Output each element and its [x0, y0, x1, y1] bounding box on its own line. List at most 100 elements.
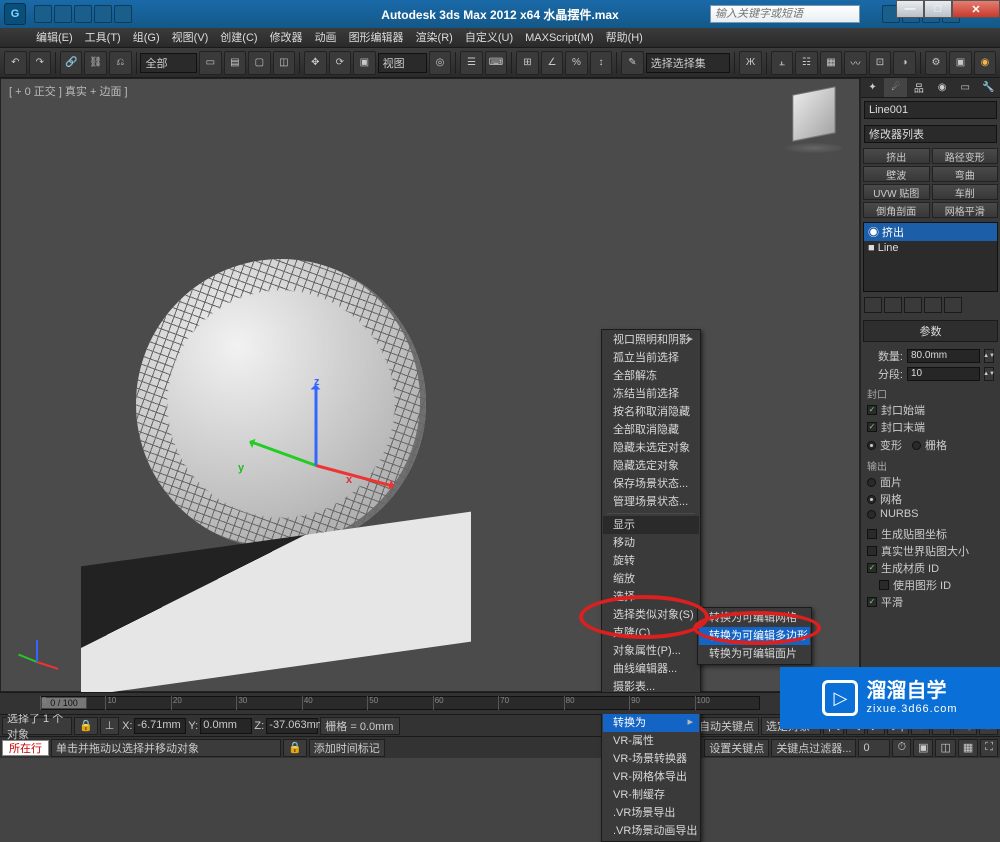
ctx-item[interactable]: 按名称取消隐藏 — [603, 403, 699, 421]
tab-create-icon[interactable]: ✦ — [861, 78, 884, 97]
gizmo-y-axis[interactable] — [250, 440, 317, 467]
checkbox[interactable]: ✓ — [867, 563, 877, 573]
ctx-item[interactable]: 冻结当前选择 — [603, 385, 699, 403]
snap-icon[interactable]: ⊞ — [516, 51, 539, 75]
bind-icon[interactable]: ⎌ — [109, 51, 132, 75]
curve-editor-icon[interactable]: 〰 — [844, 51, 867, 75]
qat-open-icon[interactable] — [54, 5, 72, 23]
configure-icon[interactable] — [944, 297, 962, 313]
modifier-stack[interactable]: ◉ 挤出■ Line — [863, 222, 998, 292]
ctx-item[interactable]: 选择类似对象(S) — [603, 606, 699, 624]
menu-自定义(U)[interactable]: 自定义(U) — [459, 28, 519, 48]
nav-region-icon[interactable]: ▦ — [958, 739, 978, 757]
autokey-button[interactable]: 自动关键点 — [694, 717, 759, 735]
tab-modify-icon[interactable]: ☄ — [884, 78, 907, 97]
ctx-item[interactable]: VR-制缓存 — [603, 786, 699, 804]
ribbon-icon[interactable]: ▦ — [820, 51, 843, 75]
menu-修改器[interactable]: 修改器 — [264, 28, 309, 48]
angle-snap-icon[interactable]: ∠ — [541, 51, 564, 75]
viewport[interactable]: [ + 0 正交 ] 真实 + 边面 ] x y z 视口照明和阴影孤立当前选择… — [0, 78, 860, 692]
ctx-sub-item[interactable]: 转换为可编辑多边形 — [699, 627, 810, 645]
ctx-item[interactable]: 视口照明和阴影 — [603, 331, 699, 349]
rotate-icon[interactable]: ⟳ — [329, 51, 352, 75]
menu-MAXScript(M)[interactable]: MAXScript(M) — [519, 28, 599, 48]
menu-组(G)[interactable]: 组(G) — [127, 28, 166, 48]
spinner-arrows[interactable]: ▲▼ — [984, 367, 994, 381]
percent-snap-icon[interactable]: % — [565, 51, 588, 75]
mirror-icon[interactable]: Ж — [739, 51, 762, 75]
modifier-btn[interactable]: 挤出 — [863, 148, 930, 164]
menu-工具(T)[interactable]: 工具(T) — [79, 28, 127, 48]
segments-input[interactable]: 10 — [907, 367, 980, 381]
lock-selection-icon[interactable]: 🔒 — [283, 739, 307, 757]
checkbox[interactable]: ✓ — [867, 597, 877, 607]
menu-创建(C)[interactable]: 创建(C) — [214, 28, 263, 48]
stack-item[interactable]: ◉ 挤出 — [864, 223, 997, 241]
qat-undo-icon[interactable] — [94, 5, 112, 23]
rect-select-icon[interactable]: ▢ — [248, 51, 271, 75]
named-sel-combo[interactable]: 选择选择集 — [646, 53, 731, 73]
maximize-button[interactable]: □ — [924, 0, 952, 18]
ctx-item[interactable]: 克隆(C) — [603, 624, 699, 642]
named-sel-icon[interactable]: ✎ — [621, 51, 644, 75]
undo-icon[interactable]: ↶ — [4, 51, 27, 75]
align-icon[interactable]: ⫠ — [771, 51, 794, 75]
move-icon[interactable]: ✥ — [304, 51, 327, 75]
ctx-item[interactable]: 全部解冻 — [603, 367, 699, 385]
nav-zoomext-icon[interactable]: ▣ — [913, 739, 933, 757]
redo-icon[interactable]: ↷ — [29, 51, 52, 75]
checkbox[interactable]: ✓ — [867, 405, 877, 415]
rollout-parameters[interactable]: 参数 — [863, 320, 998, 342]
layers-icon[interactable]: ☷ — [795, 51, 818, 75]
nav-fov-icon[interactable]: ◫ — [935, 739, 955, 757]
coord-z[interactable]: -37.063mm — [266, 718, 318, 734]
schematic-icon[interactable]: ⊡ — [869, 51, 892, 75]
close-button[interactable]: ✕ — [952, 0, 1000, 18]
frame-field[interactable]: 0 — [858, 739, 890, 757]
spinner-arrows[interactable]: ▲▼ — [984, 349, 994, 363]
app-icon[interactable]: G — [4, 3, 26, 25]
tab-utilities-icon[interactable]: 🔧 — [977, 78, 1000, 97]
render-setup-icon[interactable]: ⚙ — [925, 51, 948, 75]
qat-redo-icon[interactable] — [114, 5, 132, 23]
tab-motion-icon[interactable]: ◉ — [931, 78, 954, 97]
scene-object[interactable]: x y z — [81, 229, 481, 669]
qat-new-icon[interactable] — [34, 5, 52, 23]
menu-视图(V)[interactable]: 视图(V) — [166, 28, 215, 48]
menu-图形编辑器[interactable]: 图形编辑器 — [343, 28, 410, 48]
modifier-list-combo[interactable]: 修改器列表 — [864, 125, 997, 143]
ctx-item[interactable]: 曲线编辑器... — [603, 660, 699, 678]
coord-x[interactable]: -6.71mm — [134, 718, 186, 734]
modifier-btn[interactable]: 壁波 — [863, 166, 930, 182]
select-name-icon[interactable]: ▤ — [224, 51, 247, 75]
menu-动画[interactable]: 动画 — [309, 28, 343, 48]
render-frame-icon[interactable]: ▣ — [949, 51, 972, 75]
modifier-btn[interactable]: UVW 贴图 — [863, 184, 930, 200]
amount-input[interactable]: 80.0mm — [907, 349, 980, 363]
remove-mod-icon[interactable] — [924, 297, 942, 313]
time-config-icon[interactable]: ⏱ — [892, 739, 911, 757]
move-gizmo[interactable]: x y z — [256, 404, 376, 524]
setkey-button[interactable]: 设置关键点 — [704, 739, 769, 757]
ctx-item[interactable]: 孤立当前选择 — [603, 349, 699, 367]
view-cube-icon[interactable] — [792, 86, 835, 142]
manip-icon[interactable]: ☰ — [460, 51, 483, 75]
key-filters-button[interactable]: 关键点过滤器... — [771, 739, 856, 757]
ctx-item[interactable]: .VR场景导出 — [603, 804, 699, 822]
ctx-item[interactable]: 隐藏未选定对象 — [603, 439, 699, 457]
tab-display-icon[interactable]: ▭ — [954, 78, 977, 97]
viewport-label[interactable]: [ + 0 正交 ] 真实 + 边面 ] — [9, 83, 128, 99]
modifier-btn[interactable]: 倒角剖面 — [863, 202, 930, 218]
ctx-item[interactable]: 保存场景状态... — [603, 475, 699, 493]
ctx-item[interactable]: 缩放 — [603, 570, 699, 588]
qat-save-icon[interactable] — [74, 5, 92, 23]
ctx-item[interactable]: 旋转 — [603, 552, 699, 570]
ortho-icon[interactable]: ⊥ — [100, 717, 120, 735]
ctx-sub-item[interactable]: 转换为可编辑网格 — [699, 609, 810, 627]
view-cube[interactable] — [779, 89, 849, 154]
checkbox[interactable]: ✓ — [867, 422, 877, 432]
add-time-tag[interactable]: 添加时间标记 — [309, 739, 385, 757]
select-icon[interactable]: ▭ — [199, 51, 222, 75]
lock-icon[interactable]: 🔒 — [74, 717, 98, 735]
menu-帮助(H)[interactable]: 帮助(H) — [600, 28, 649, 48]
